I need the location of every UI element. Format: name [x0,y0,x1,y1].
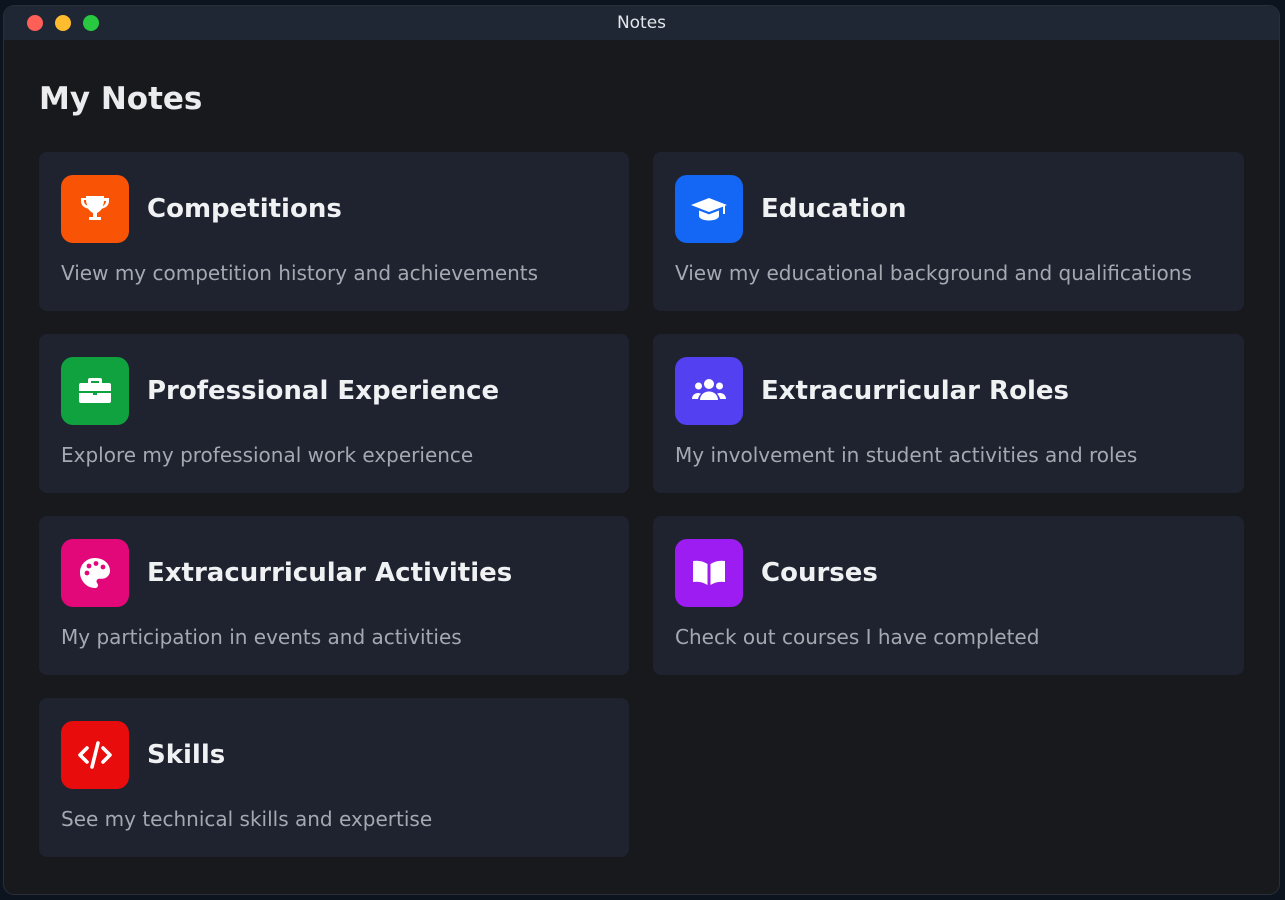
palette-icon [61,539,129,607]
card-extracurricular-roles[interactable]: Extracurricular Roles My involvement in … [653,334,1244,493]
card-description: Explore my professional work experience [61,443,474,467]
trophy-icon [61,175,129,243]
code-icon [61,721,129,789]
card-title: Skills [147,740,226,770]
close-window-button[interactable] [27,15,43,31]
title-bar: Notes [4,6,1279,40]
card-title: Professional Experience [147,376,500,406]
card-title: Extracurricular Activities [147,558,513,588]
notes-grid: Competitions View my competition history… [39,152,1244,857]
card-description: View my educational background and quali… [675,261,1192,285]
card-title: Extracurricular Roles [761,376,1069,406]
page-title: My Notes [39,81,203,117]
window-title: Notes [616,13,667,33]
card-title: Competitions [147,194,342,224]
briefcase-icon [61,357,129,425]
card-competitions[interactable]: Competitions View my competition history… [39,152,629,311]
main-content: My Notes Competitions View my competitio… [4,40,1279,857]
window-controls [27,15,99,31]
card-description: See my technical skills and expertise [61,807,433,831]
minimize-window-button[interactable] [55,15,71,31]
maximize-window-button[interactable] [83,15,99,31]
card-courses[interactable]: Courses Check out courses I have complet… [653,516,1244,675]
card-title: Education [761,194,907,224]
card-extracurricular-activities[interactable]: Extracurricular Activities My participat… [39,516,629,675]
card-professional-experience[interactable]: Professional Experience Explore my profe… [39,334,629,493]
card-description: Check out courses I have completed [675,625,1040,649]
card-description: My participation in events and activitie… [61,625,462,649]
card-description: View my competition history and achievem… [61,261,539,285]
users-icon [675,357,743,425]
card-description: My involvement in student activities and… [675,443,1138,467]
graduation-cap-icon [675,175,743,243]
app-window: Notes My Notes Competitions View my comp… [4,6,1279,894]
book-icon [675,539,743,607]
card-education[interactable]: Education View my educational background… [653,152,1244,311]
card-title: Courses [761,558,878,588]
card-skills[interactable]: Skills See my technical skills and exper… [39,698,629,857]
